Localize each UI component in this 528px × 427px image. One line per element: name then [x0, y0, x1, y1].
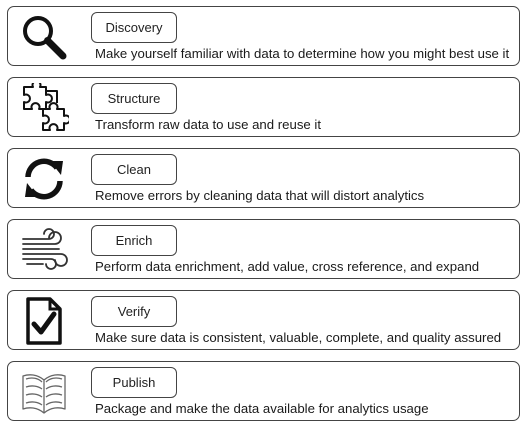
step-enrich: Enrich Perform data enrichment, add valu…: [7, 219, 520, 279]
puzzle-icon: [19, 83, 69, 133]
refresh-icon: [19, 154, 69, 204]
step-title: Publish: [91, 367, 177, 398]
step-description: Make yourself familiar with data to dete…: [95, 46, 510, 61]
step-description: Package and make the data available for …: [95, 401, 429, 416]
open-book-icon: [19, 367, 69, 417]
step-description: Transform raw data to use and reuse it: [95, 117, 322, 132]
step-publish: Publish Package and make the data availa…: [7, 361, 520, 421]
step-description: Perform data enrichment, add value, cros…: [95, 259, 480, 274]
wind-icon: [19, 225, 69, 275]
step-structure: Structure Transform raw data to use and …: [7, 77, 520, 137]
step-discovery: Discovery Make yourself familiar with da…: [7, 6, 520, 66]
step-description: Remove errors by cleaning data that will…: [95, 188, 425, 203]
step-title: Structure: [91, 83, 177, 114]
step-description: Make sure data is consistent, valuable, …: [95, 330, 502, 345]
step-title: Discovery: [91, 12, 177, 43]
step-title: Enrich: [91, 225, 177, 256]
step-clean: Clean Remove errors by cleaning data tha…: [7, 148, 520, 208]
checked-document-icon: [19, 296, 69, 346]
step-title: Clean: [91, 154, 177, 185]
step-title: Verify: [91, 296, 177, 327]
magnifier-icon: [19, 12, 69, 62]
step-verify: Verify Make sure data is consistent, val…: [7, 290, 520, 350]
